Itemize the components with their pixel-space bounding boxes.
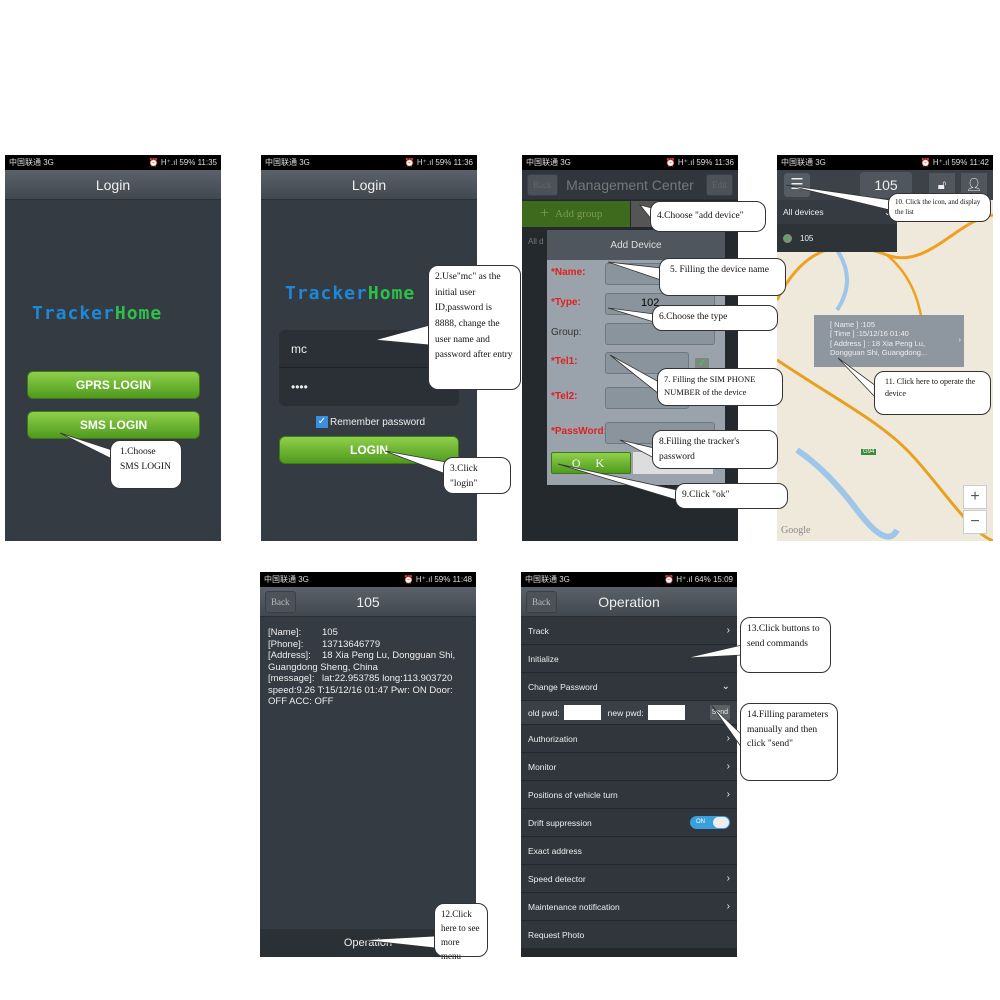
callout-3: 3.Click "login"	[443, 457, 511, 494]
callout-10: 10. Click the icon, and display the list	[888, 193, 991, 222]
callout-11: 11. Click here to operate the device	[874, 371, 991, 415]
callout-14: 14.Filling parameters manually and then …	[740, 703, 838, 781]
callout-4: 4.Choose "add device"	[650, 201, 766, 232]
callout-9: 9.Click "ok"	[675, 483, 788, 509]
callout-1: 1.Choose SMS LOGIN	[110, 440, 182, 489]
callout-8: 8.Filling the tracker's password	[652, 430, 778, 469]
callout-12: 12.Click here to see more menu	[434, 903, 488, 961]
callout-7: 7. Filling the SIM PHONE NUMBER of the d…	[657, 368, 783, 406]
callout-2: 2.Use"mc" as the initial user ID,passwor…	[428, 265, 521, 390]
callout-pointers	[59, 184, 891, 949]
callout-5: 5. Filling the device name	[659, 258, 786, 296]
callout-6: 6.Choose the type	[652, 305, 778, 331]
callout-13: 13.Click buttons to send commands	[740, 617, 831, 673]
